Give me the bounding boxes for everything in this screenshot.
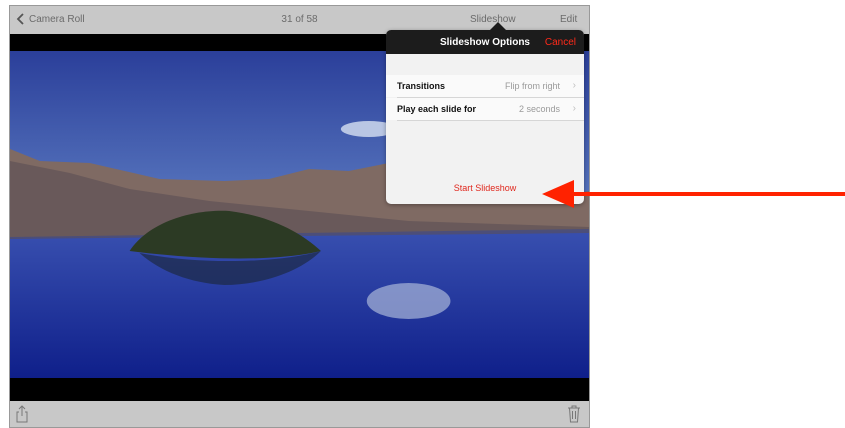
chevron-right-icon: › — [572, 80, 576, 91]
transitions-value: Flip from right — [504, 81, 560, 91]
row-divider — [397, 120, 584, 121]
bottom-toolbar — [10, 401, 589, 427]
slide-duration-row[interactable]: Play each slide for 2 seconds › — [386, 98, 584, 120]
chevron-right-icon: › — [572, 103, 576, 114]
trash-icon[interactable] — [567, 404, 581, 423]
popover-caret — [490, 22, 506, 30]
popover-header: Slideshow Options Cancel — [386, 30, 584, 54]
cancel-button[interactable]: Cancel — [545, 37, 576, 48]
transitions-label: Transitions — [397, 81, 446, 91]
edit-button[interactable]: Edit — [560, 14, 577, 25]
share-icon[interactable] — [15, 405, 29, 423]
annotation-arrow-icon — [542, 180, 845, 208]
transitions-row[interactable]: Transitions Flip from right › — [386, 75, 584, 97]
slide-duration-label: Play each slide for — [397, 104, 477, 114]
slide-duration-value: 2 seconds — [518, 104, 560, 114]
